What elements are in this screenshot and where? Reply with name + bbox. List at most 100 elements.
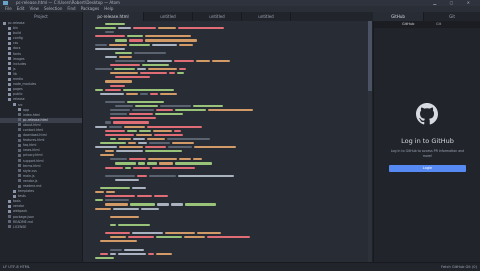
code-token	[118, 223, 150, 227]
tab-1[interactable]: pc-release.html	[83, 12, 144, 21]
code-token	[155, 113, 183, 116]
github-octocat-icon	[416, 103, 438, 125]
code-token	[156, 109, 173, 112]
folder-icon	[8, 209, 11, 213]
tree-item-label: release	[13, 97, 25, 102]
code-token	[175, 109, 206, 112]
folder-icon	[8, 26, 11, 30]
github-login-button[interactable]: Login	[389, 165, 466, 172]
github-panel: GitHub Git Log in to GitHub Log in to Gi…	[373, 21, 480, 262]
code-token	[105, 100, 125, 104]
code-token	[113, 121, 149, 124]
code-token	[196, 59, 210, 63]
folder-icon	[3, 21, 6, 25]
code-token	[174, 59, 194, 63]
code-token	[148, 68, 177, 71]
tree-item-label: download.html	[23, 133, 47, 138]
code-token	[100, 240, 137, 243]
file-icon	[18, 174, 21, 178]
code-token	[100, 141, 126, 145]
folder-icon	[8, 67, 11, 71]
tree-item-label: tests	[18, 194, 26, 199]
tree-item-label: tools	[13, 199, 21, 204]
tree-file[interactable]: LICENSE	[0, 225, 82, 230]
tree-item-label: README.md	[13, 219, 33, 224]
code-token	[156, 252, 172, 255]
file-icon	[18, 148, 21, 152]
tree-item-label: config	[13, 36, 23, 41]
folder-icon	[8, 82, 11, 86]
file-icon	[18, 143, 21, 147]
tab-bar: Project pc-release.html untitled untitled un…	[0, 12, 480, 21]
editor-scrollbar-thumb[interactable]	[368, 21, 372, 91]
tree-item-label: media	[13, 77, 23, 82]
folder-icon	[13, 194, 16, 198]
code-token	[135, 105, 158, 108]
code-token	[145, 39, 197, 42]
tree-item-label: templates	[18, 189, 35, 194]
code-token	[137, 68, 146, 71]
code-token	[179, 158, 191, 161]
code-token	[115, 51, 132, 54]
file-icon	[18, 118, 21, 122]
tree-item-label: src	[18, 102, 23, 107]
tree-item-label: privacy.html	[23, 153, 43, 158]
file-icon	[18, 179, 21, 183]
tree-item-label: lib	[13, 71, 17, 76]
folder-icon	[13, 189, 16, 193]
tab-5[interactable]: GitHub	[373, 12, 424, 21]
code-token	[149, 174, 176, 177]
code-token	[119, 55, 132, 58]
tab-4[interactable]: untitled	[242, 12, 291, 21]
code-token	[132, 109, 154, 112]
code-token	[185, 203, 216, 206]
code-token	[137, 195, 152, 198]
code-token	[145, 35, 191, 38]
editor-scrollbar[interactable]	[368, 21, 372, 262]
code-token	[171, 203, 183, 206]
tab-2[interactable]: untitled	[144, 12, 193, 21]
project-tree-panel: pc-release bin build config css docs fonts imag…	[0, 21, 83, 262]
code-token	[138, 141, 147, 145]
folder-icon	[8, 57, 11, 61]
code-token	[115, 59, 145, 63]
tree-item-label: faq.html	[23, 143, 37, 148]
tree-item-label: images	[13, 56, 25, 61]
file-icon	[18, 128, 21, 132]
tree-item-label: package.json	[13, 214, 34, 219]
code-token	[172, 141, 194, 145]
code-editor[interactable]	[83, 21, 372, 262]
code-token	[95, 68, 112, 71]
tree-item-label: webpack	[13, 209, 28, 214]
code-token	[136, 133, 152, 136]
folder-icon	[8, 97, 11, 101]
folder-icon	[8, 52, 11, 56]
tree-item-label: LICENSE	[13, 224, 27, 229]
code-token	[168, 146, 192, 149]
code-token	[127, 129, 137, 132]
folder-icon	[8, 72, 11, 76]
code-token	[130, 203, 155, 206]
code-token	[100, 154, 114, 157]
folder-icon	[8, 199, 11, 203]
tab-0[interactable]: Project	[0, 12, 83, 21]
code-token	[118, 137, 131, 140]
tab-github[interactable]: GitHub	[402, 21, 414, 28]
tab-3[interactable]: untitled	[193, 12, 242, 21]
code-token	[115, 39, 127, 42]
code-token	[177, 72, 184, 75]
file-icon	[8, 215, 11, 219]
tab-6[interactable]: Git	[424, 12, 480, 21]
tab-git[interactable]: Git	[436, 21, 441, 28]
line-number-gutter	[83, 21, 93, 262]
tree-item-label: pc-release	[8, 21, 25, 25]
file-icon	[18, 159, 21, 163]
code-token	[127, 35, 143, 38]
code-token	[152, 166, 195, 169]
tree-item-label: pages	[13, 87, 23, 92]
tree-item-label: css	[13, 41, 19, 46]
code-token	[123, 88, 174, 91]
file-icon	[18, 169, 21, 173]
code-token	[110, 223, 116, 227]
code-token	[105, 88, 121, 91]
